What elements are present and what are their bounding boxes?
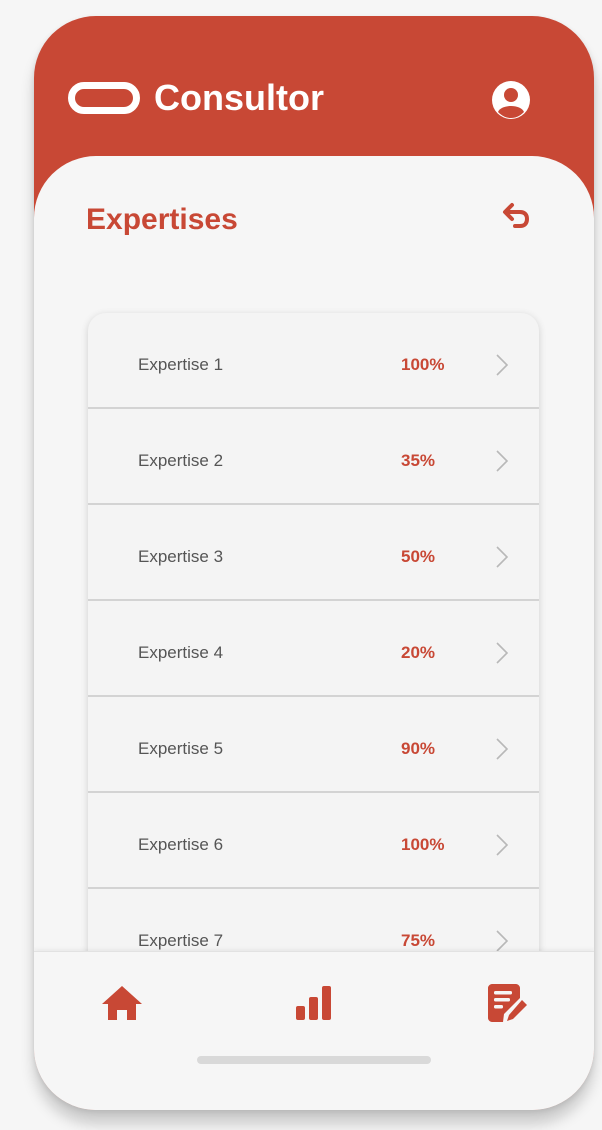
capsule-logo-icon (68, 82, 140, 114)
page-title: Expertises (86, 203, 238, 236)
chevron-right-icon (496, 834, 509, 856)
expertise-percent: 100% (401, 355, 445, 374)
chevron-right-icon (496, 354, 509, 376)
expertise-label: Expertise 6 (138, 835, 224, 854)
app-title: Consultor (154, 77, 324, 118)
user-circle-icon[interactable] (491, 80, 531, 120)
bar-chart-icon[interactable] (290, 978, 338, 1026)
expertise-list: Expertise 1 100% Expertise 2 35% Experti… (88, 313, 539, 973)
expertise-percent: 20% (401, 643, 436, 662)
chevron-right-icon (496, 642, 509, 664)
expertise-percent: 100% (401, 835, 445, 854)
expertise-label: Expertise 2 (138, 451, 224, 470)
expertise-label: Expertise 4 (138, 643, 224, 662)
expertise-label: Expertise 3 (138, 547, 224, 566)
list-item[interactable]: Expertise 5 90% (88, 697, 539, 793)
phone-frame: Consultor Expertises Expertise 1 100% Ex… (34, 16, 594, 1110)
undo-arrow-icon[interactable] (498, 200, 532, 234)
list-item[interactable]: Expertise 6 100% (88, 793, 539, 889)
expertise-label: Expertise 5 (138, 739, 224, 758)
list-item[interactable]: Expertise 4 20% (88, 601, 539, 697)
list-item[interactable]: Expertise 3 50% (88, 505, 539, 601)
home-icon[interactable] (98, 978, 146, 1026)
chevron-right-icon (496, 450, 509, 472)
chevron-right-icon (496, 930, 509, 952)
chevron-right-icon (496, 546, 509, 568)
edit-document-icon[interactable] (482, 978, 530, 1026)
home-indicator (197, 1056, 431, 1064)
bottom-nav (34, 951, 594, 1110)
list-item[interactable]: Expertise 2 35% (88, 409, 539, 505)
expertise-percent: 50% (401, 547, 436, 566)
expertise-label: Expertise 1 (138, 355, 224, 374)
list-item[interactable]: Expertise 1 100% (88, 313, 539, 409)
expertise-percent: 90% (401, 739, 436, 758)
chevron-right-icon (496, 738, 509, 760)
expertise-percent: 35% (401, 451, 436, 470)
